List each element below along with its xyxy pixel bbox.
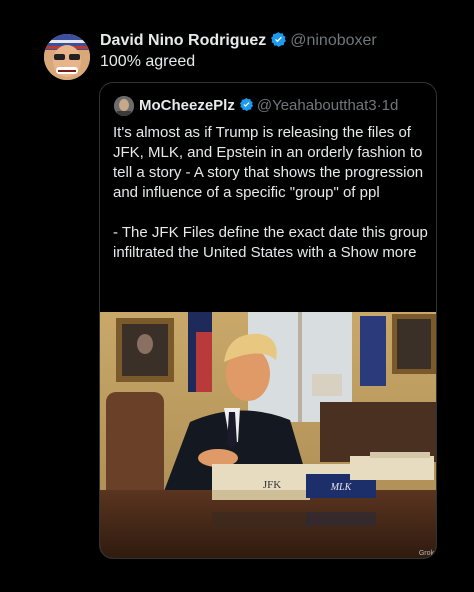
quote-author-avatar[interactable] (114, 96, 134, 116)
show-more-link[interactable]: Show more (341, 244, 417, 261)
jfk-book-label: JFK (263, 479, 281, 491)
author-avatar[interactable] (44, 34, 90, 80)
mlk-book-label: MLK (330, 482, 353, 493)
oval-office-photo: JFK MLK (100, 312, 436, 558)
quote-text-body: It's almost as if Trump is releasing the… (113, 124, 428, 261)
quote-image[interactable]: JFK MLK Grok (100, 312, 436, 558)
verified-badge-icon (239, 97, 253, 112)
quote-timestamp[interactable]: 1d (382, 97, 399, 114)
tweet-header: David Nino Rodriguez @ninoboxer (100, 31, 377, 50)
quote-author-name[interactable]: MoCheezePlz (139, 97, 235, 114)
tweet-text: 100% agreed (100, 53, 196, 70)
verified-badge-icon (271, 32, 287, 47)
quote-header: MoCheezePlz @Yeahaboutthat3·1d (139, 97, 398, 114)
author-handle[interactable]: @ninoboxer (290, 32, 377, 49)
quote-author-handle[interactable]: @Yeahaboutthat3 (257, 97, 377, 114)
quote-text: It's almost as if Trump is releasing the… (113, 123, 431, 263)
tweet: David Nino Rodriguez @ninoboxer 100% agre… (0, 0, 474, 592)
grok-watermark: Grok (418, 550, 434, 557)
jfk-book: JFK (212, 464, 310, 500)
quoted-tweet[interactable]: MoCheezePlz @Yeahaboutthat3·1d It's almos… (99, 82, 437, 559)
author-name[interactable]: David Nino Rodriguez (100, 32, 266, 49)
